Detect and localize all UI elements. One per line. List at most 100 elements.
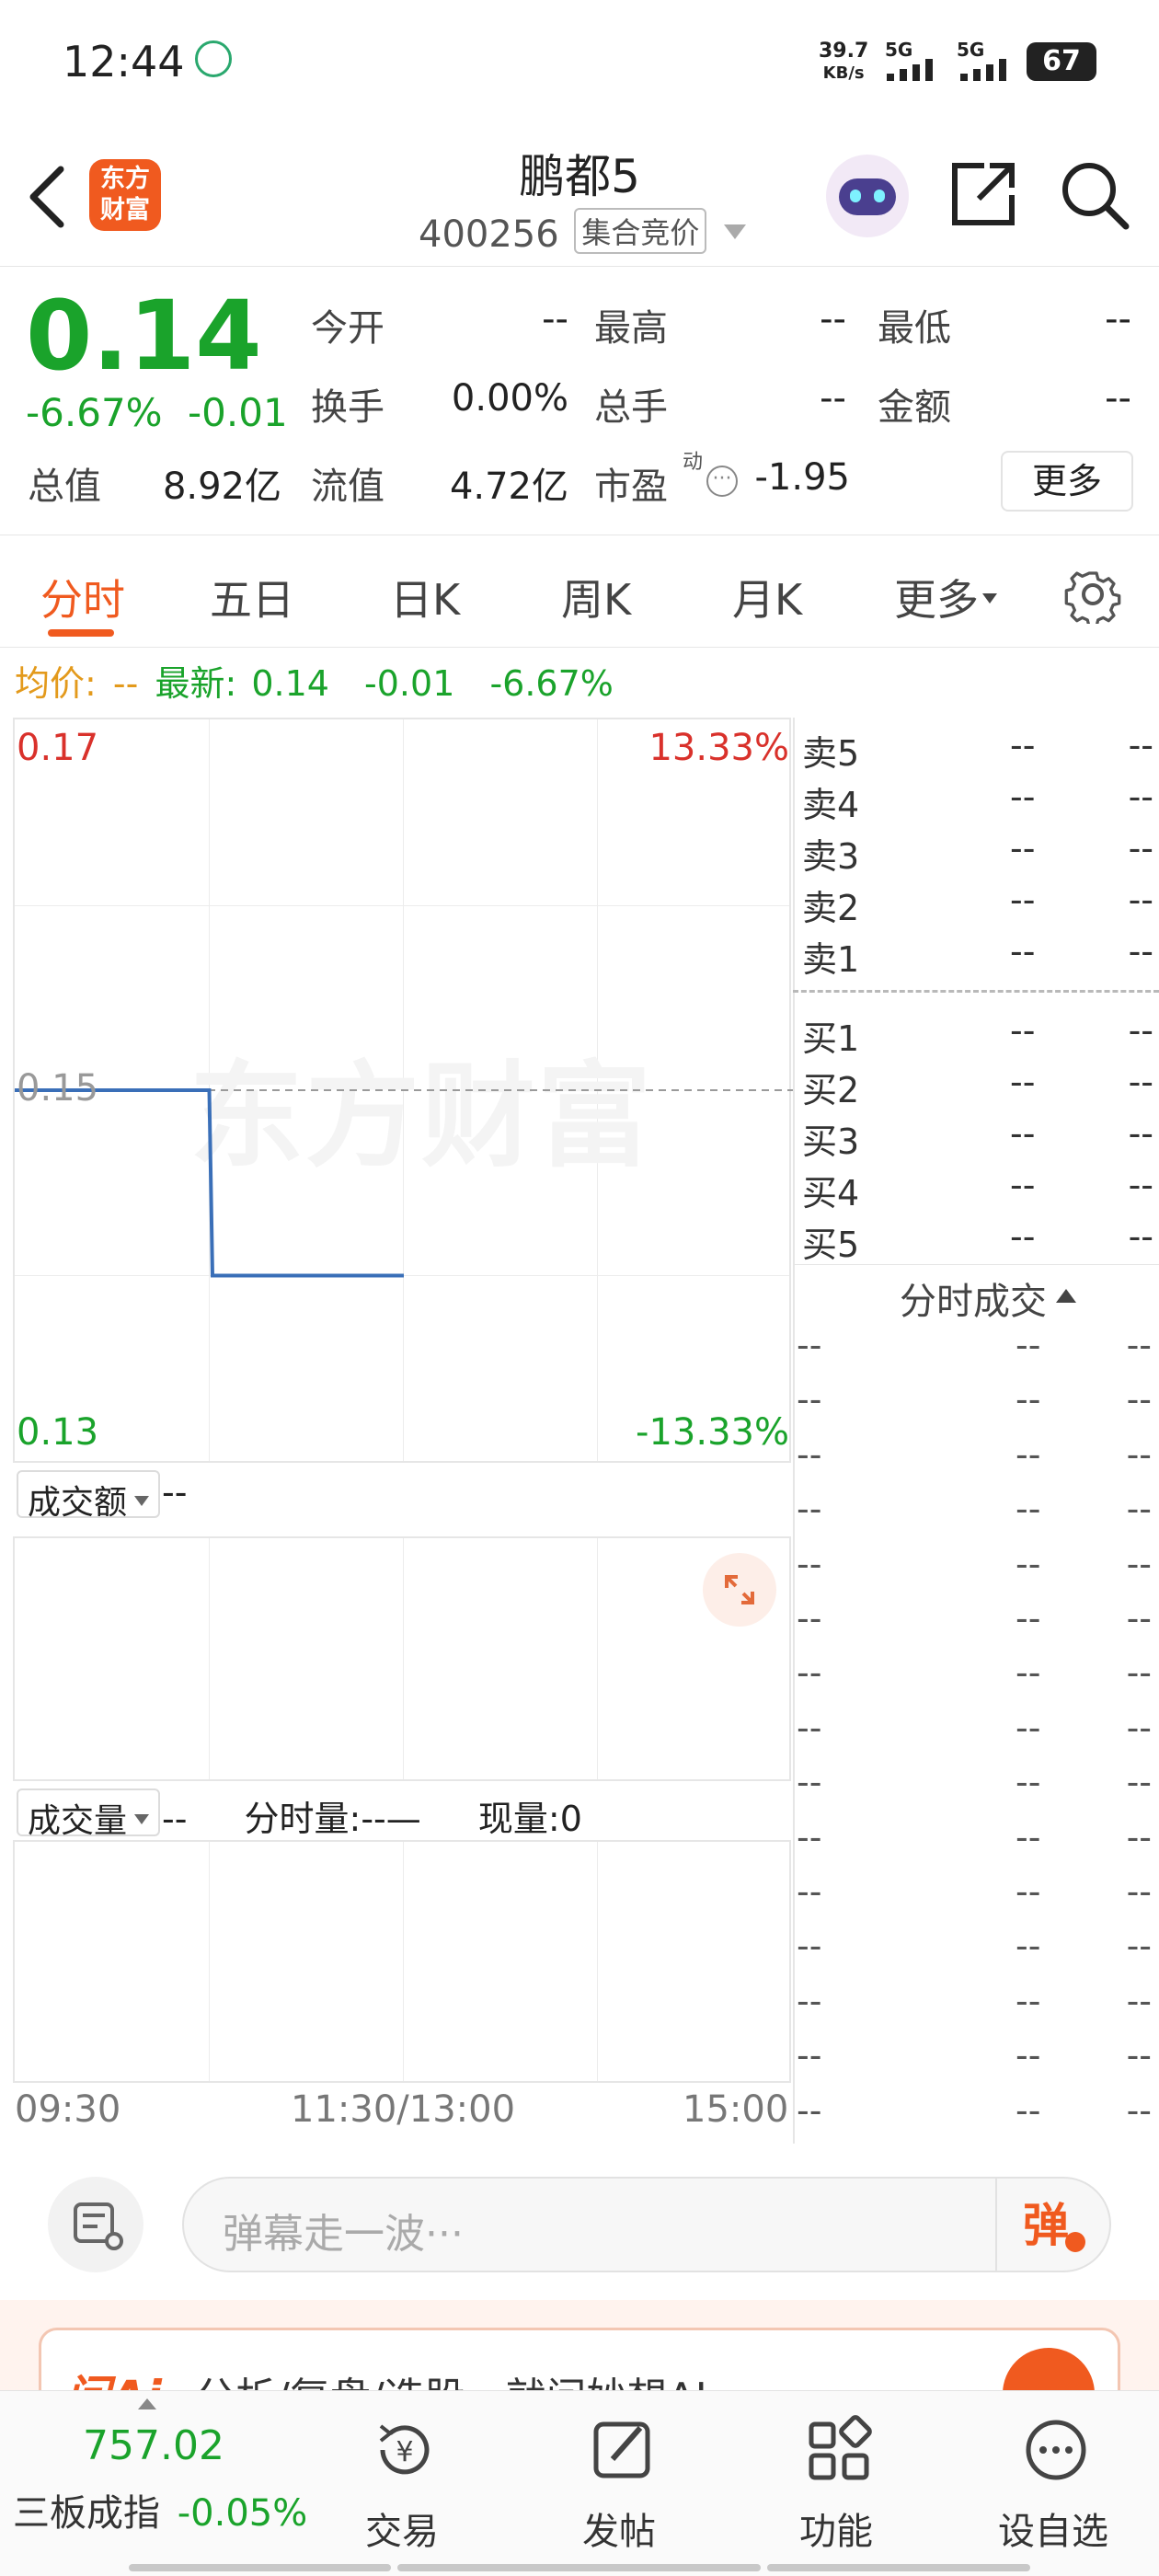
more-quote-button[interactable]: 更多 [1001,451,1133,512]
caret-up-icon [1056,1289,1076,1303]
order-price: -- [1010,1216,1036,1257]
share-icon[interactable] [947,158,1019,230]
open-value: -- [542,298,568,340]
bid-row: 买1 -- -- [802,1010,1153,1059]
chart-tabs: 分时 五日 日K 周K 月K 更多 [0,535,1159,648]
trade-price: -- [1016,1325,1041,1365]
latest-value: 0.14 [251,663,329,704]
danmu-input[interactable]: 弹幕走一波··· 弹 [182,2177,1111,2272]
pct-label-bottom: -13.33% [636,1411,789,1454]
trade-volume: -- [1126,1489,1152,1530]
trade-price: -- [1016,1379,1041,1420]
stock-code: 400256 [419,213,559,256]
trade-price: -- [1016,1598,1041,1639]
order-label: 卖2 [802,888,860,928]
search-icon[interactable] [1058,158,1131,232]
order-price: -- [1010,1113,1036,1154]
trade-row: -- -- -- [797,1871,1152,1917]
tab-monthly-k[interactable]: 月K [732,567,802,627]
volume-value: -- [162,1799,188,1839]
trade-price: -- [1016,2035,1041,2076]
index-ticker[interactable]: 三板成指 -0.05% [13,2483,307,2536]
trade-row: -- -- -- [797,2035,1152,2081]
auction-tag[interactable]: 集合竞价 [574,208,707,254]
amount-selector[interactable]: 成交额 [17,1470,161,1522]
expand-icon[interactable] [703,1553,776,1627]
trade-time: -- [797,1652,822,1694]
promo-brand: 问Ai [64,2361,162,2392]
ask-row: 卖3 -- -- [802,828,1153,877]
ask-row: 卖1 -- -- [802,931,1153,980]
price-line-svg [15,1088,793,1278]
pe-label: 市盈 [594,466,668,508]
price-series-line [15,1088,404,1278]
order-volume: -- [1128,931,1153,972]
avg-label: 均价: [15,663,97,704]
latest-label: 最新: [155,663,237,704]
caret-down-icon[interactable] [724,224,747,239]
promo-banner[interactable]: 问Ai 分析/复盘/选股，就问妙想AI [0,2300,1159,2392]
index-value[interactable]: 757.02 [83,2422,224,2469]
signal-icon-2 [960,59,1006,81]
status-bar: 12:44 39.7 KB/s 5G 5G 67 [0,0,1159,129]
y-label-top: 0.17 [17,727,99,769]
volume-selector[interactable]: 成交量 [17,1788,161,1840]
order-volume: -- [1128,880,1153,920]
trade-time: -- [797,1543,822,1584]
trades-title[interactable]: 分时成交 [900,1271,1076,1325]
current-price: 0.14 [26,280,262,392]
trade-row: -- -- -- [797,1981,1152,2027]
bid-row: 买4 -- -- [802,1165,1153,1213]
price-chart[interactable]: 东方财富 0.17 0.15 0.13 13.33% -13.33% [13,718,793,1463]
danmu-toggle-button[interactable]: 弹 [1023,2193,1087,2258]
latest-change: -0.01 [364,663,455,704]
settings-gear-icon[interactable] [1063,565,1122,624]
bid-row: 买2 -- -- [802,1062,1153,1110]
trade-price: -- [1016,1926,1041,1967]
signal-label-2: 5G [957,39,985,61]
comment-list-icon[interactable] [48,2177,143,2272]
pct-label-top: 13.33% [648,727,789,769]
avg-value: -- [112,663,139,704]
trade-row: -- -- -- [797,2090,1152,2136]
amount-chart[interactable] [13,1536,791,1781]
net-speed-unit: KB/s [822,63,865,83]
tab-daily-k[interactable]: 日K [390,567,460,627]
trade-price: -- [1016,1652,1041,1694]
y-label-mid: 0.15 [17,1067,99,1110]
promo-text: 分析/复盘/选股，就问妙想AI [195,2364,707,2392]
trade-volume: -- [1126,1926,1152,1967]
current-vol-value: 0 [559,1799,582,1839]
order-volume: -- [1128,1010,1153,1051]
trade-row: -- -- -- [797,1762,1152,1808]
trade-time: -- [797,1762,822,1803]
ai-robot-icon[interactable] [826,155,909,237]
comment-bar: 弹幕走一波··· 弹 [0,2144,1159,2300]
signal-icon [887,59,933,81]
order-price: -- [1010,931,1036,972]
trade-volume: -- [1126,1871,1152,1912]
trade-time: -- [797,1433,822,1475]
trade-price: -- [1016,1871,1041,1912]
order-label: 卖1 [802,939,860,980]
tab-more[interactable]: 更多 [894,567,997,627]
order-volume: -- [1128,828,1153,868]
tab-intraday[interactable]: 分时 [40,567,125,627]
info-dots-icon[interactable]: ··· [706,466,738,497]
tab-weekly-k[interactable]: 周K [561,567,631,627]
pe-value: -1.95 [754,456,851,499]
order-price: -- [1010,1165,1036,1205]
net-speed: 39.7 [819,40,869,63]
trade-time: -- [797,1325,822,1365]
order-volume: -- [1128,776,1153,817]
trade-volume: -- [1126,1762,1152,1803]
float-label: 流值 [311,466,384,508]
tab-five-day[interactable]: 五日 [210,567,294,627]
trade-row: -- -- -- [797,1489,1152,1535]
trade-row: -- -- -- [797,1817,1152,1863]
trade-price: -- [1016,2089,1041,2131]
amount-label: 金额 [878,386,951,429]
status-time: 12:44 [63,37,185,86]
expand-up-icon[interactable] [138,2398,156,2409]
volume-chart[interactable] [13,1840,791,2083]
